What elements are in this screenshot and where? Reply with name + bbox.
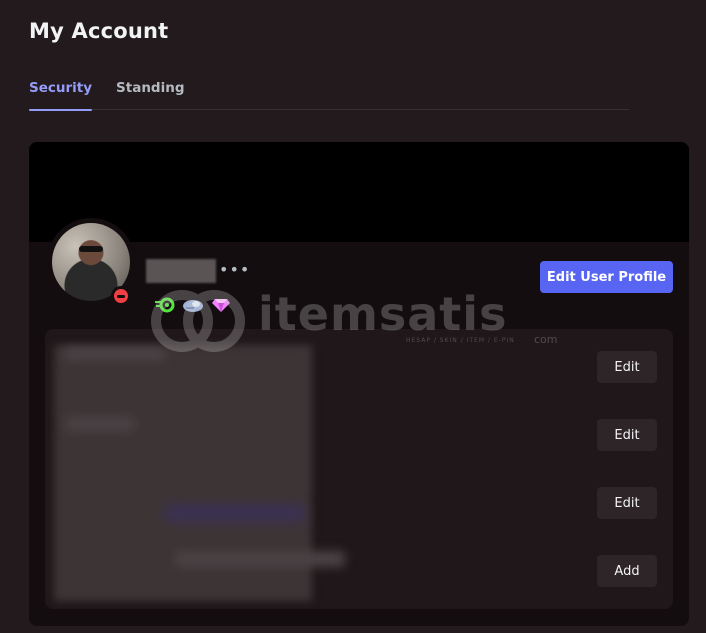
- page-title: My Account: [29, 19, 169, 43]
- user-profile-card: ••• Edit User Profile Edit Edit Edit Add: [29, 142, 689, 626]
- gem-badge-icon[interactable]: [210, 296, 232, 314]
- edit-field-3-button[interactable]: Edit: [597, 487, 657, 519]
- edit-user-profile-button[interactable]: Edit User Profile: [540, 261, 673, 293]
- badge-list: [154, 296, 232, 314]
- field-row-1: Edit: [45, 333, 673, 401]
- tab-security[interactable]: Security: [29, 70, 93, 111]
- quest-badge-icon[interactable]: [182, 296, 204, 314]
- profile-banner: [29, 142, 689, 242]
- status-dnd-icon: [111, 286, 131, 306]
- nitro-badge-icon[interactable]: [154, 296, 176, 314]
- avatar-glasses: [79, 246, 103, 252]
- tab-standing[interactable]: Standing: [116, 70, 184, 110]
- field-row-4: Add: [45, 537, 673, 605]
- field-row-2: Edit: [45, 401, 673, 469]
- tab-bar: Security Standing: [29, 70, 629, 111]
- status-dot: [114, 289, 128, 303]
- edit-field-1-button[interactable]: Edit: [597, 351, 657, 383]
- account-info-panel: Edit Edit Edit Add: [45, 329, 673, 609]
- username-redacted: [146, 259, 216, 283]
- edit-field-2-button[interactable]: Edit: [597, 419, 657, 451]
- field-row-3: Edit: [45, 469, 673, 537]
- add-field-button[interactable]: Add: [597, 555, 657, 587]
- username-suffix: •••: [219, 260, 251, 279]
